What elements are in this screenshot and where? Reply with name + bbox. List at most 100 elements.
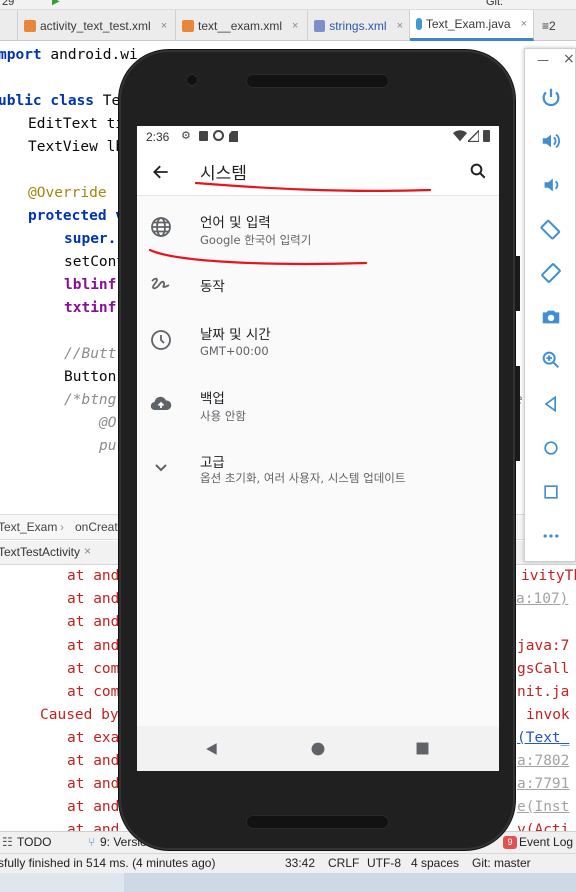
toolbar-config[interactable]: 29 — [2, 0, 14, 8]
settings-item-date-time[interactable]: 날짜 및 시간 GMT+00:00 — [137, 314, 499, 376]
tab-strings-xml[interactable]: strings.xml × — [308, 10, 410, 41]
more-icon[interactable] — [539, 524, 563, 548]
console-link[interactable]: a:7791 — [517, 776, 569, 792]
tab-text-exam-xml[interactable]: text__exam.xml × — [176, 10, 308, 41]
console-line: gsCall — [517, 661, 570, 677]
line-ending[interactable]: CRLF — [328, 856, 359, 870]
android-nav-bar — [137, 726, 499, 771]
console-line: at and — [67, 614, 120, 630]
emulator-side-panel: — × — [524, 48, 576, 562]
console-line: at and — [67, 568, 120, 584]
play-store-notification-icon — [199, 131, 208, 141]
code-text: Te — [94, 93, 121, 109]
tab-close-icon[interactable]: × — [397, 20, 403, 32]
volume-key[interactable] — [515, 366, 520, 461]
code-line: Button — [64, 369, 117, 385]
tab-close-icon[interactable]: × — [161, 20, 167, 32]
settings-item-subtitle: 옵션 초기화, 여러 사용자, 시스템 업데이트 — [200, 471, 406, 485]
event-log-button[interactable]: Event Log — [519, 835, 573, 849]
breadcrumb-method[interactable]: onCreate — [75, 520, 124, 534]
settings-notification-icon: ⚙ — [181, 130, 191, 142]
console-line: at and — [67, 591, 120, 607]
todo-button[interactable]: TODO — [17, 835, 51, 849]
console-link[interactable]: a:7802 — [517, 753, 569, 769]
console-link[interactable]: a:107) — [516, 591, 568, 607]
toolbar-git[interactable]: Git: — [486, 0, 503, 8]
tab-close-icon[interactable]: × — [292, 20, 298, 32]
tab-close-icon[interactable]: × — [521, 18, 527, 30]
rotate-right-icon[interactable] — [539, 261, 563, 285]
gesture-icon — [151, 277, 170, 290]
run-icon[interactable]: ▶ — [52, 0, 61, 7]
tab-overflow-button[interactable]: ≡2 — [536, 10, 576, 41]
minimize-button[interactable]: — — [537, 53, 549, 67]
back-arrow-icon[interactable] — [151, 162, 171, 182]
console-link[interactable]: e(Inst — [517, 799, 569, 815]
battery-icon — [483, 130, 490, 142]
console-line: java:7 — [517, 638, 570, 654]
code-comment: @O — [99, 415, 117, 431]
tab-overflow-label: ≡2 — [542, 18, 556, 33]
console-line: at and — [67, 753, 120, 769]
back-icon[interactable] — [539, 392, 563, 416]
code-field: lblinf — [64, 277, 117, 293]
phone-screen[interactable]: 2:36 ⚙ 시스템 언어 및 입력 Google 한국어 입력기 동작 날짜 … — [137, 126, 499, 771]
console-line: at com — [67, 684, 120, 700]
search-icon[interactable] — [469, 162, 487, 180]
os-taskbar — [0, 873, 576, 892]
tab-scroll-left[interactable] — [0, 10, 18, 41]
nav-back-icon[interactable] — [205, 742, 219, 756]
settings-item-title: 언어 및 입력 — [200, 215, 271, 231]
nav-home-icon[interactable] — [311, 742, 325, 756]
tab-text-exam-java[interactable]: Text_Exam.java × — [410, 10, 534, 41]
settings-item-title: 동작 — [200, 279, 225, 295]
cell-signal-icon — [468, 130, 479, 142]
tab-label: Text_Exam.java — [425, 17, 511, 31]
breadcrumb-class[interactable]: Text_Exam — [0, 520, 57, 534]
wifi-icon — [453, 130, 467, 142]
vcs-branch[interactable]: Git: master — [472, 856, 531, 870]
volume-up-icon[interactable] — [539, 129, 563, 153]
console-line: Caused by — [40, 707, 119, 723]
power-key[interactable] — [515, 256, 520, 311]
home-icon[interactable] — [539, 436, 563, 460]
settings-item-language[interactable]: 언어 및 입력 Google 한국어 입력기 — [137, 197, 499, 259]
code-comment: //Butt — [64, 346, 117, 362]
todo-icon: ☷ — [2, 835, 13, 849]
tab-label: text__exam.xml — [198, 18, 283, 33]
console-line: at and — [67, 638, 120, 654]
console-line: a:7802 — [517, 750, 569, 773]
indent-setting[interactable]: 4 spaces — [411, 856, 459, 870]
nav-overview-icon[interactable] — [416, 742, 429, 755]
console-line: (Text_ — [517, 727, 569, 750]
camera-icon[interactable] — [539, 305, 563, 329]
tab-label: strings.xml — [329, 18, 387, 33]
file-encoding[interactable]: UTF-8 — [367, 856, 401, 870]
close-button[interactable]: × — [563, 51, 575, 67]
xml-file-icon — [24, 19, 36, 32]
console-link[interactable]: (Text_ — [517, 730, 569, 746]
settings-item-subtitle: GMT+00:00 — [200, 344, 269, 358]
volume-down-icon[interactable] — [539, 173, 563, 197]
ide-status-bar: sfully finished in 514 ms. (4 minutes ag… — [0, 853, 576, 873]
status-message[interactable]: sfully finished in 514 ms. (4 minutes ag… — [0, 856, 215, 870]
settings-item-title: 날짜 및 시간 — [200, 327, 271, 343]
bottom-speaker — [246, 815, 389, 829]
console-line: invok — [526, 707, 570, 723]
tab-close-icon[interactable]: × — [84, 544, 91, 558]
tab-activity-text-test-xml[interactable]: activity_text_test.xml × — [18, 10, 176, 41]
settings-item-advanced[interactable]: 고급 옵션 초기화, 여러 사용자, 시스템 업데이트 — [137, 441, 499, 503]
settings-item-backup[interactable]: 백업 사용 안함 — [137, 378, 499, 440]
overview-icon[interactable] — [539, 480, 563, 504]
rotate-left-icon[interactable] — [539, 217, 563, 241]
console-line: e(Inst — [517, 796, 569, 819]
code-line: setCont — [64, 254, 126, 270]
sd-card-icon — [229, 131, 238, 142]
version-control-icon: ⑂ — [88, 835, 96, 849]
run-tab-label[interactable]: TextTestActivity — [0, 545, 80, 559]
code-comment: pu — [99, 438, 117, 454]
caret-position[interactable]: 33:42 — [285, 856, 315, 870]
globe-icon — [151, 217, 171, 237]
power-icon[interactable] — [539, 85, 563, 109]
zoom-icon[interactable] — [539, 348, 563, 372]
